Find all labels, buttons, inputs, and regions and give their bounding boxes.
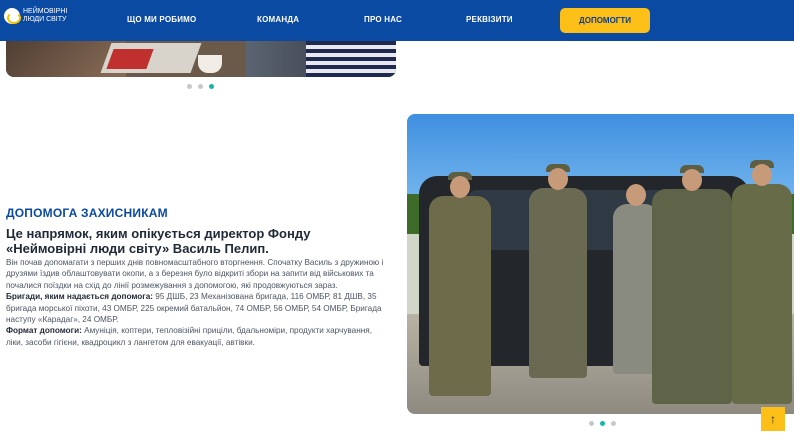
format-paragraph: Формат допомоги: Амуніція, коптери, тепл… — [6, 325, 391, 348]
logo-text: НЕЙМОВІРНІ ЛЮДИ СВІТУ — [23, 8, 68, 23]
site-header: НЕЙМОВІРНІ ЛЮДИ СВІТУ ЩО МИ РОБИМО КОМАН… — [0, 0, 794, 41]
carousel-dot-3[interactable] — [209, 84, 214, 89]
carousel-dot-1[interactable] — [589, 421, 594, 426]
back-to-top-button[interactable]: ↑ — [761, 407, 785, 431]
logo[interactable]: НЕЙМОВІРНІ ЛЮДИ СВІТУ — [4, 8, 67, 24]
main-carousel-dots — [589, 421, 616, 426]
main-carousel-photo — [407, 114, 794, 414]
nav-requisites[interactable]: РЕКВІЗИТИ — [466, 15, 513, 24]
arrow-up-icon: ↑ — [770, 412, 776, 426]
nav-about[interactable]: ПРО НАС — [364, 15, 402, 24]
intro-paragraph: Він почав допомагати з перших днів повно… — [6, 258, 384, 290]
brigades-label: Бригади, яким надається допомога: — [6, 292, 153, 302]
nav-what-we-do[interactable]: ЩО МИ РОБИМО — [127, 15, 196, 24]
brigades-paragraph: Бригади, яким надається допомога: 95 ДШБ… — [6, 291, 391, 325]
top-carousel-dots — [187, 84, 214, 89]
logo-icon — [4, 8, 21, 24]
section-headline: Це напрямок, яким опікується директор Фо… — [6, 226, 311, 256]
carousel-dot-1[interactable] — [187, 84, 192, 89]
section-title: ДОПОМОГА ЗАХИСНИКАМ — [6, 206, 168, 220]
carousel-dot-2[interactable] — [600, 421, 605, 426]
section-body: Він почав допомагати з перших днів повно… — [6, 257, 391, 348]
donate-button[interactable]: ДОПОМОГТИ — [560, 8, 650, 33]
nav-team[interactable]: КОМАНДА — [257, 15, 299, 24]
format-label: Формат допомоги: — [6, 326, 82, 336]
carousel-dot-2[interactable] — [198, 84, 203, 89]
carousel-dot-3[interactable] — [611, 421, 616, 426]
page: НЕЙМОВІРНІ ЛЮДИ СВІТУ ЩО МИ РОБИМО КОМАН… — [0, 0, 794, 440]
